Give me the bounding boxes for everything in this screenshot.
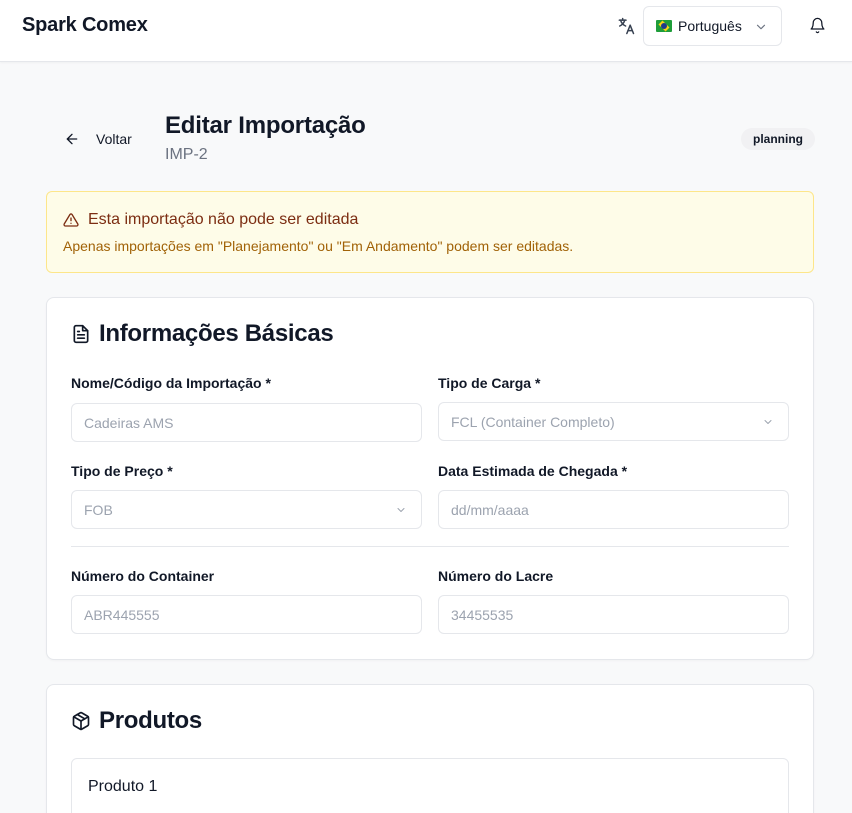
alert-title: Esta importação não pode ser editada <box>88 211 359 228</box>
chevron-down-icon <box>397 508 405 512</box>
language-select-value: Português <box>678 18 742 34</box>
cargo-type-label: Tipo de Carga * <box>438 375 541 391</box>
top-bar: Spark Comex Português <box>0 0 852 62</box>
alert-description: Apenas importações em "Planejamento" ou … <box>63 238 574 254</box>
arrival-date-label: Data Estimada de Chegada * <box>438 463 628 479</box>
seal-number-label: Número do Lacre <box>438 568 554 584</box>
warning-alert: Esta importação não pode ser editada Ape… <box>46 191 814 273</box>
page-title: Editar Importação <box>165 112 366 139</box>
arrow-left-icon <box>66 133 78 145</box>
name-input-value: Cadeiras AMS <box>84 414 174 431</box>
bell-icon[interactable] <box>809 17 826 34</box>
container-number-value: ABR445555 <box>84 606 160 623</box>
container-number-label: Número do Container <box>71 568 215 584</box>
app-brand[interactable]: Spark Comex <box>22 14 148 37</box>
name-input[interactable]: Cadeiras AMS <box>71 403 422 442</box>
cargo-type-select[interactable]: FCL (Container Completo) <box>438 402 789 441</box>
basic-info-card: Informações Básicas Nome/Código da Impor… <box>46 297 814 660</box>
section-divider <box>71 546 789 547</box>
back-button-label: Voltar <box>96 131 132 147</box>
price-type-label: Tipo de Preço * <box>71 463 173 479</box>
file-text-icon <box>73 324 89 344</box>
package-icon <box>72 711 90 731</box>
product-item: Produto 1 <box>71 758 789 813</box>
container-number-input[interactable]: ABR445555 <box>71 595 422 634</box>
back-button[interactable]: Voltar <box>58 124 138 154</box>
translate-icon <box>618 17 635 35</box>
arrival-date-placeholder: dd/mm/aaaa <box>451 501 529 518</box>
product-title: Produto 1 <box>88 778 158 795</box>
seal-number-value: 34455535 <box>451 606 514 623</box>
alert-triangle-icon <box>63 213 79 227</box>
cargo-type-value: FCL (Container Completo) <box>451 413 615 430</box>
price-type-value: FOB <box>84 501 113 518</box>
price-type-select[interactable]: FOB <box>71 490 422 529</box>
basic-info-title: Informações Básicas <box>71 320 334 348</box>
chevron-down-icon <box>764 420 772 424</box>
brazil-flag-icon <box>656 20 672 32</box>
basic-info-title-text: Informações Básicas <box>99 320 334 347</box>
products-title: Produtos <box>71 707 202 735</box>
page-subtitle: IMP-2 <box>165 146 208 163</box>
products-title-text: Produtos <box>99 707 202 734</box>
arrival-date-input[interactable]: dd/mm/aaaa <box>438 490 789 529</box>
name-label: Nome/Código da Importação * <box>71 375 271 391</box>
products-card: Produtos Produto 1 <box>46 684 814 813</box>
chevron-down-icon <box>756 24 766 30</box>
language-select[interactable]: Português <box>643 6 782 46</box>
status-badge: planning <box>741 128 815 150</box>
seal-number-input[interactable]: 34455535 <box>438 595 789 634</box>
